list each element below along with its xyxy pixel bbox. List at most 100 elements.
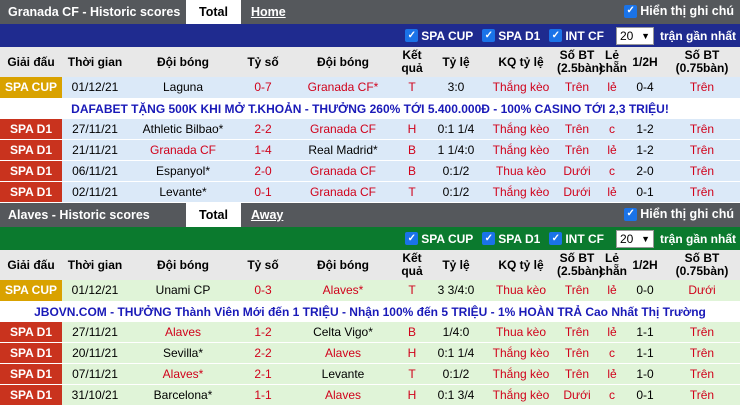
odds: 0:1 3/4 bbox=[426, 385, 486, 406]
odds-result: Thắng kèo bbox=[486, 140, 556, 161]
checkbox-icon[interactable]: ✓ bbox=[482, 232, 495, 245]
league-badge[interactable]: SPA D1 bbox=[0, 140, 62, 161]
table-row: SPA D107/11/21Alaves*2-1LevanteT0:1/2Thắ… bbox=[0, 364, 740, 385]
odd-even: lẻ bbox=[598, 280, 626, 301]
ad-banner[interactable]: DAFABET TẶNG 500K KHI MỞ T.KHOẢN - THƯỞN… bbox=[0, 99, 740, 119]
tab-total[interactable]: Total bbox=[186, 203, 241, 227]
odds: 0:1/2 bbox=[426, 364, 486, 385]
column-header: Kết quả bbox=[398, 47, 426, 77]
home-team[interactable]: Unami CP bbox=[128, 280, 238, 301]
ad-banner[interactable]: JBOVN.COM - THƯỞNG Thành Viên Mới đến 1 … bbox=[0, 302, 740, 322]
checkbox-icon[interactable]: ✓ bbox=[624, 5, 637, 18]
table-row: SPA D131/10/21Barcelona*1-1AlavesH0:1 3/… bbox=[0, 385, 740, 406]
away-team[interactable]: Levante bbox=[288, 364, 398, 385]
over-under-2: Trên bbox=[664, 140, 740, 161]
filter-label: SPA D1 bbox=[498, 29, 540, 43]
league-badge[interactable]: SPA D1 bbox=[0, 385, 62, 406]
home-team[interactable]: Athletic Bilbao* bbox=[128, 119, 238, 140]
show-notes-toggle[interactable]: ✓ Hiển thị ghi chú bbox=[624, 4, 734, 18]
filter-spa-d1[interactable]: ✓SPA D1 bbox=[482, 29, 540, 43]
checkbox-icon[interactable]: ✓ bbox=[482, 29, 495, 42]
league-badge[interactable]: SPA D1 bbox=[0, 322, 62, 343]
match-date: 21/11/21 bbox=[62, 140, 128, 161]
home-team[interactable]: Granada CF bbox=[128, 140, 238, 161]
odd-even: c bbox=[598, 343, 626, 364]
column-header: Số BT (0.75bàn) bbox=[664, 250, 740, 280]
checkbox-icon[interactable]: ✓ bbox=[405, 232, 418, 245]
tab-home[interactable]: Home bbox=[241, 5, 286, 19]
tab-away[interactable]: Away bbox=[241, 208, 283, 222]
result: B bbox=[398, 161, 426, 182]
scores-table: Giải đấuThời gianĐội bóngTỷ sốĐội bóngKế… bbox=[0, 250, 740, 302]
home-team[interactable]: Sevilla* bbox=[128, 343, 238, 364]
column-header: Thời gian bbox=[62, 47, 128, 77]
home-team[interactable]: Levante* bbox=[128, 182, 238, 203]
section-title: Granada CF - Historic scores bbox=[0, 5, 186, 19]
select-value: 20 bbox=[620, 29, 633, 43]
result: H bbox=[398, 119, 426, 140]
away-team[interactable]: Granada CF bbox=[288, 182, 398, 203]
filter-bar: ✓SPA CUP ✓SPA D1 ✓INT CF 20▼ trận gần nh… bbox=[0, 227, 740, 250]
tab-total[interactable]: Total bbox=[186, 0, 241, 24]
over-under-2: Trên bbox=[664, 182, 740, 203]
away-team[interactable]: Alaves* bbox=[288, 280, 398, 301]
show-notes-toggle[interactable]: ✓ Hiển thị ghi chú bbox=[624, 207, 734, 221]
league-badge[interactable]: SPA D1 bbox=[0, 364, 62, 385]
odds-result: Thua kèo bbox=[486, 280, 556, 301]
half-time: 1-1 bbox=[626, 343, 664, 364]
home-team[interactable]: Laguna bbox=[128, 77, 238, 98]
match-count-select[interactable]: 20▼ bbox=[616, 230, 654, 248]
checkbox-icon[interactable]: ✓ bbox=[549, 232, 562, 245]
match-count-select[interactable]: 20▼ bbox=[616, 27, 654, 45]
odds: 0:1 1/4 bbox=[426, 119, 486, 140]
filter-spa-cup[interactable]: ✓SPA CUP bbox=[405, 232, 473, 246]
home-team[interactable]: Alaves* bbox=[128, 364, 238, 385]
score: 1-1 bbox=[238, 385, 288, 406]
result: H bbox=[398, 385, 426, 406]
league-badge[interactable]: SPA D1 bbox=[0, 119, 62, 140]
away-team[interactable]: Granada CF bbox=[288, 119, 398, 140]
over-under-2: Trên bbox=[664, 343, 740, 364]
away-team[interactable]: Alaves bbox=[288, 343, 398, 364]
filter-int-cf[interactable]: ✓INT CF bbox=[549, 232, 604, 246]
over-under-2: Trên bbox=[664, 77, 740, 98]
league-badge[interactable]: SPA CUP bbox=[0, 77, 62, 98]
filter-spa-cup[interactable]: ✓SPA CUP bbox=[405, 29, 473, 43]
show-notes-label: Hiển thị ghi chú bbox=[640, 4, 734, 18]
table-row: SPA D102/11/21Levante*0-1Granada CFT0:1/… bbox=[0, 182, 740, 203]
column-header: Tỷ lệ bbox=[426, 250, 486, 280]
odd-even: lẻ bbox=[598, 77, 626, 98]
result: B bbox=[398, 140, 426, 161]
score: 0-1 bbox=[238, 182, 288, 203]
column-header: Tỷ số bbox=[238, 47, 288, 77]
away-team[interactable]: Granada CF* bbox=[288, 77, 398, 98]
half-time: 1-2 bbox=[626, 140, 664, 161]
checkbox-icon[interactable]: ✓ bbox=[624, 208, 637, 221]
league-badge[interactable]: SPA CUP bbox=[0, 280, 62, 301]
home-team[interactable]: Alaves bbox=[128, 322, 238, 343]
half-time: 1-0 bbox=[626, 364, 664, 385]
checkbox-icon[interactable]: ✓ bbox=[405, 29, 418, 42]
odd-even: lẻ bbox=[598, 182, 626, 203]
league-badge[interactable]: SPA D1 bbox=[0, 343, 62, 364]
column-header: Số BT (2.5bàn) bbox=[556, 47, 598, 77]
filter-int-cf[interactable]: ✓INT CF bbox=[549, 29, 604, 43]
checkbox-icon[interactable]: ✓ bbox=[549, 29, 562, 42]
odds-result: Thắng kèo bbox=[486, 182, 556, 203]
away-team[interactable]: Alaves bbox=[288, 385, 398, 406]
league-badge[interactable]: SPA D1 bbox=[0, 161, 62, 182]
home-team[interactable]: Barcelona* bbox=[128, 385, 238, 406]
away-team[interactable]: Real Madrid* bbox=[288, 140, 398, 161]
scores-table: Giải đấuThời gianĐội bóngTỷ sốĐội bóngKế… bbox=[0, 47, 740, 99]
over-under: Trên bbox=[556, 322, 598, 343]
column-header: KQ tỷ lệ bbox=[486, 250, 556, 280]
match-date: 01/12/21 bbox=[62, 280, 128, 301]
home-team[interactable]: Espanyol* bbox=[128, 161, 238, 182]
table-header-row: Giải đấuThời gianĐội bóngTỷ sốĐội bóngKế… bbox=[0, 47, 740, 77]
league-badge[interactable]: SPA D1 bbox=[0, 182, 62, 203]
half-time: 0-1 bbox=[626, 385, 664, 406]
away-team[interactable]: Celta Vigo* bbox=[288, 322, 398, 343]
over-under-2: Dưới bbox=[664, 280, 740, 301]
away-team[interactable]: Granada CF bbox=[288, 161, 398, 182]
filter-spa-d1[interactable]: ✓SPA D1 bbox=[482, 232, 540, 246]
